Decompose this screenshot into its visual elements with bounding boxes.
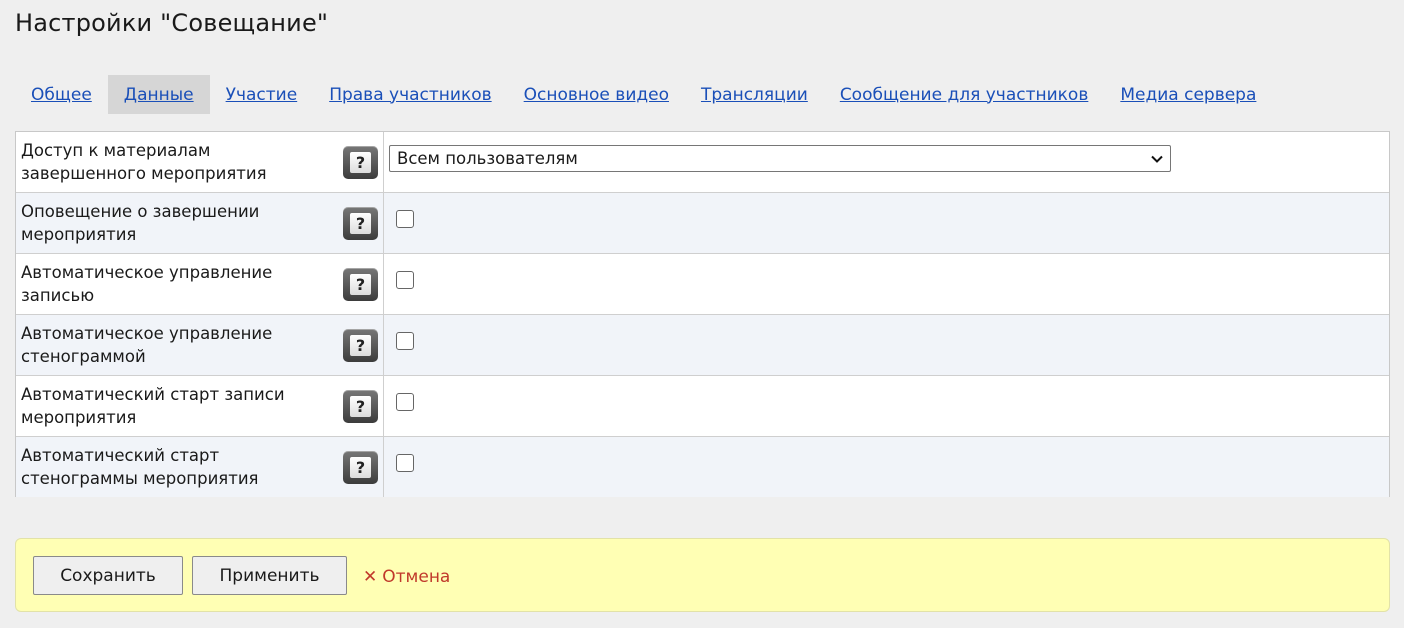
setting-row-auto-start-transcript: Автоматический старт стенограммы меропри… (16, 437, 1389, 497)
setting-row-completion-notice: Оповещение о завершении мероприятия ? (16, 193, 1389, 254)
setting-label: Автоматический старт записи мероприятия (21, 385, 285, 427)
page-title: Настройки "Совещание" (15, 9, 329, 37)
setting-label: Автоматический старт стенограммы меропри… (21, 446, 259, 488)
auto-transcript-checkbox[interactable] (396, 332, 414, 350)
save-button[interactable]: Сохранить (33, 556, 183, 595)
setting-label: Доступ к материалам завершенного меропри… (21, 141, 267, 183)
tab-media-servers[interactable]: Медиа сервера (1104, 75, 1272, 114)
close-icon: ✕ (363, 567, 378, 587)
help-icon[interactable]: ? (343, 145, 378, 179)
action-bar: Сохранить Применить ✕ Отмена (15, 538, 1390, 612)
setting-row-auto-transcript: Автоматическое управление стенограммой ? (16, 315, 1389, 376)
setting-row-materials-access: Доступ к материалам завершенного меропри… (16, 132, 1389, 193)
auto-start-recording-checkbox[interactable] (396, 393, 414, 411)
settings-tabs: Общее Данные Участие Права участников Ос… (15, 75, 1272, 114)
completion-notice-checkbox[interactable] (396, 210, 414, 228)
cancel-label: Отмена (382, 567, 451, 587)
tab-broadcasts[interactable]: Трансляции (685, 75, 824, 114)
setting-row-auto-recording: Автоматическое управление записью ? (16, 254, 1389, 315)
help-icon[interactable]: ? (343, 389, 378, 423)
setting-label: Автоматическое управление записью (21, 263, 273, 305)
tab-participant-message[interactable]: Сообщение для участников (824, 75, 1105, 114)
tab-participation[interactable]: Участие (210, 75, 314, 114)
tab-general[interactable]: Общее (15, 75, 108, 114)
help-icon[interactable]: ? (343, 267, 378, 301)
setting-row-auto-start-recording: Автоматический старт записи мероприятия … (16, 376, 1389, 437)
help-icon[interactable]: ? (343, 206, 378, 240)
apply-button[interactable]: Применить (192, 556, 347, 595)
settings-table: Доступ к материалам завершенного меропри… (15, 131, 1390, 497)
tab-participant-rights[interactable]: Права участников (313, 75, 507, 114)
setting-label: Автоматическое управление стенограммой (21, 324, 273, 366)
tab-main-video[interactable]: Основное видео (508, 75, 685, 114)
help-icon[interactable]: ? (343, 450, 378, 484)
cancel-link[interactable]: ✕ Отмена (363, 567, 450, 587)
setting-label: Оповещение о завершении мероприятия (21, 202, 260, 244)
help-icon[interactable]: ? (343, 328, 378, 362)
select-value: Всем пользователям (397, 149, 578, 168)
auto-start-transcript-checkbox[interactable] (396, 454, 414, 472)
auto-recording-checkbox[interactable] (396, 271, 414, 289)
chevron-down-icon (1151, 155, 1163, 163)
materials-access-select[interactable]: Всем пользователям (389, 145, 1171, 172)
tab-data[interactable]: Данные (107, 75, 210, 114)
